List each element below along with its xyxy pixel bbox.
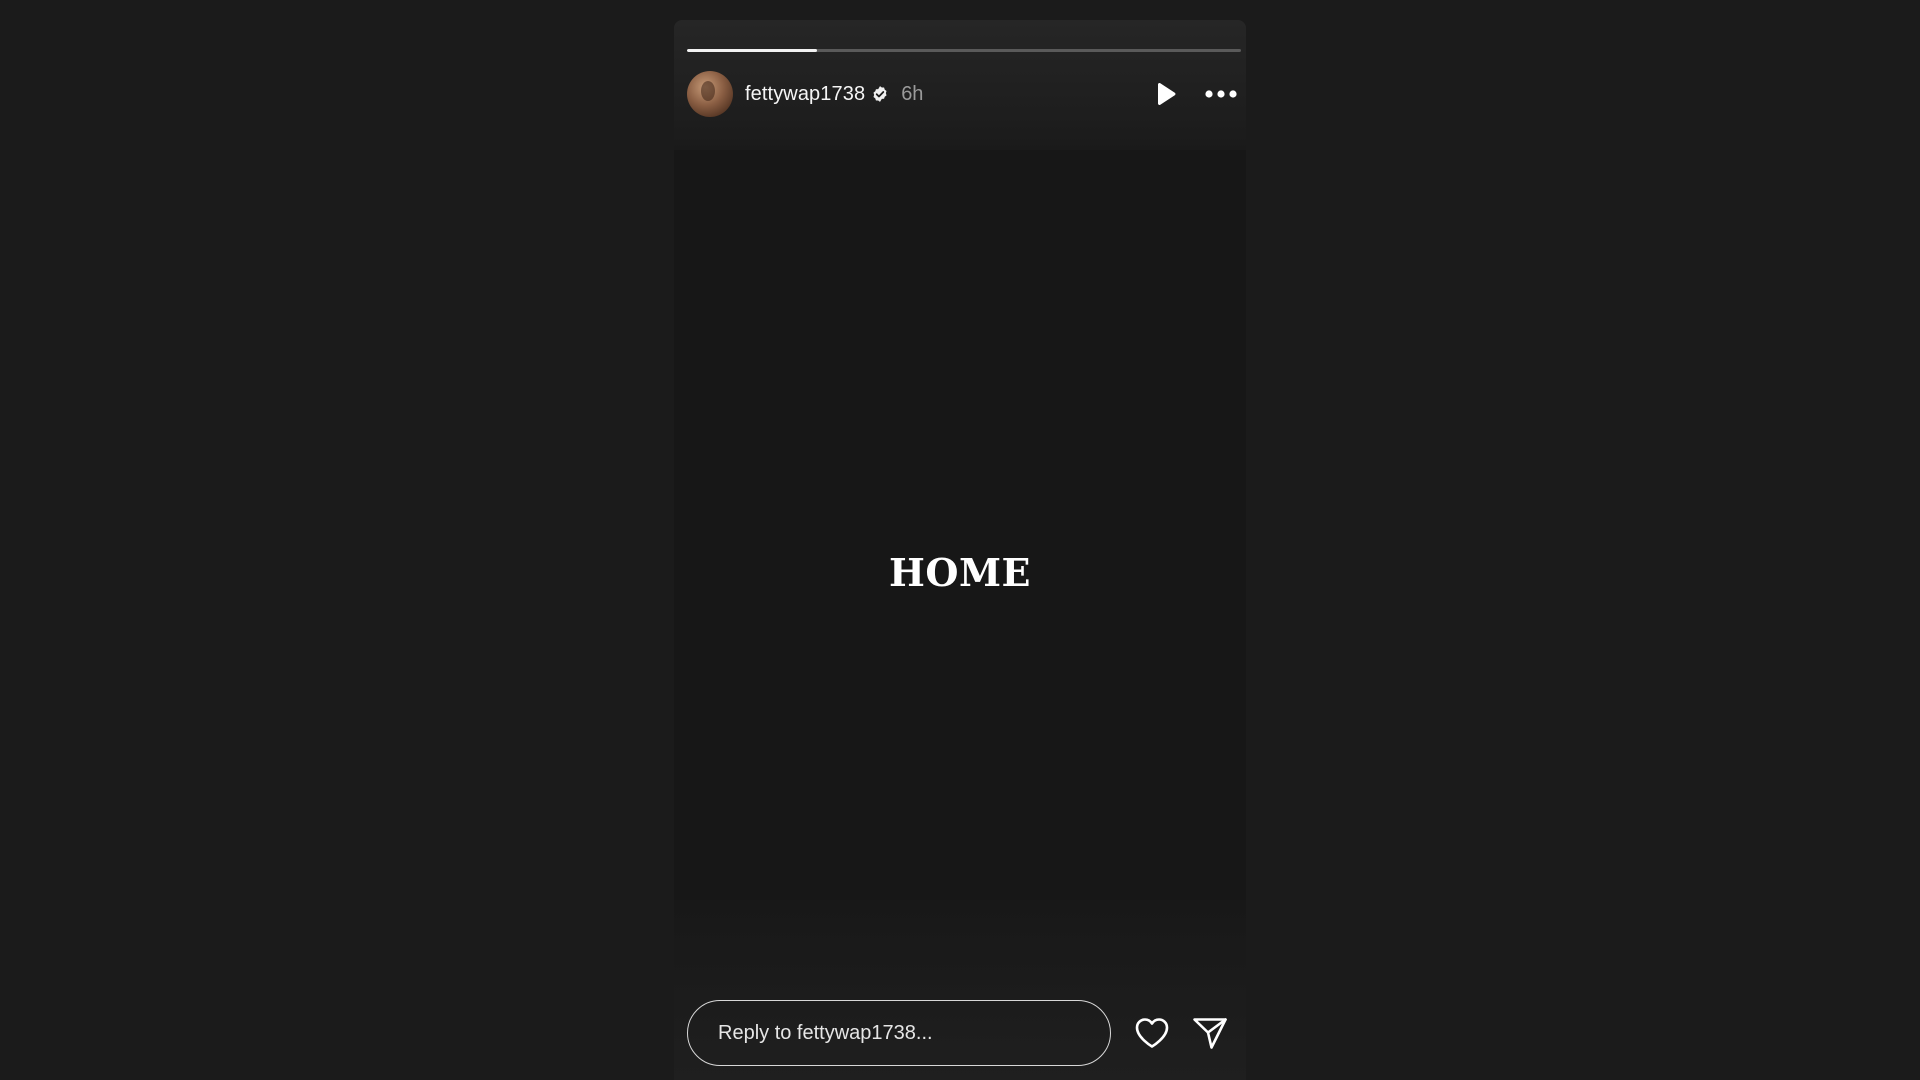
more-options-button[interactable]	[1203, 79, 1239, 109]
reply-input[interactable]	[687, 1000, 1111, 1066]
play-icon	[1158, 82, 1176, 105]
story-progress-bar	[687, 49, 1241, 52]
verified-badge-icon	[871, 85, 889, 103]
username[interactable]: fettywap1738	[745, 83, 865, 106]
more-options-icon	[1205, 90, 1237, 98]
story-header: fettywap1738 6h	[687, 70, 1241, 118]
story-timestamp: 6h	[901, 82, 924, 105]
story-media[interactable]	[674, 150, 1246, 920]
reply-bar	[687, 1000, 1241, 1066]
story-viewer-page: fettywap1738 6h HOME Reply to fettywap17…	[0, 0, 1920, 1080]
heart-icon	[1135, 1018, 1169, 1048]
like-button[interactable]	[1133, 1014, 1171, 1052]
avatar[interactable]	[687, 71, 733, 117]
story-progress-fill	[687, 49, 818, 52]
story-card[interactable]: fettywap1738 6h HOME Reply to fettywap17…	[674, 20, 1246, 1080]
send-button[interactable]	[1191, 1014, 1229, 1052]
story-text-overlay: HOME	[888, 550, 1032, 595]
play-button[interactable]	[1151, 79, 1181, 109]
send-icon	[1193, 1018, 1227, 1049]
